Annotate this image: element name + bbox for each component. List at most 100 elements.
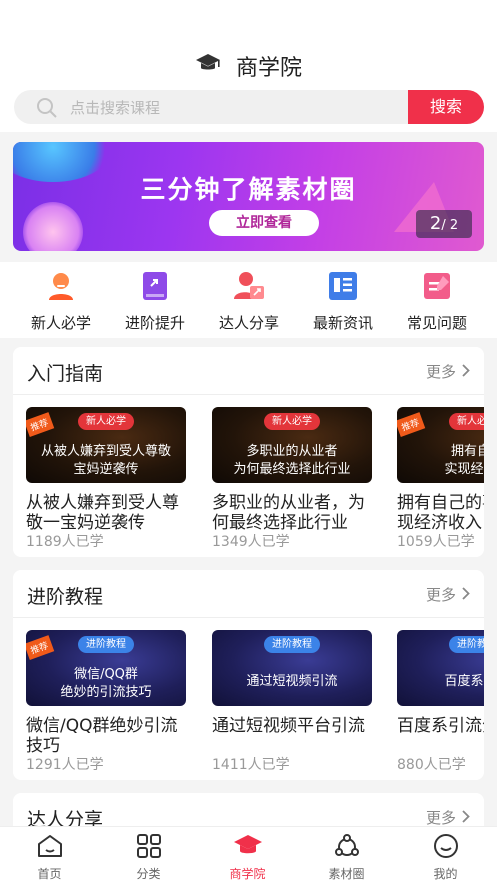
course-tag: 新人必学 xyxy=(264,413,320,430)
expert-share-icon xyxy=(231,268,267,304)
recommend-ribbon: 推荐 xyxy=(26,412,55,437)
thumb-line: 通过短视频引流 xyxy=(246,674,338,689)
course-tag: 新人必学 xyxy=(78,413,134,430)
tab-label: 分类 xyxy=(136,867,161,881)
section-beginner-guide: 入门指南 更多 推荐 新人必学 从被人嫌弃到受人尊敬 宝妈逆袭传 从被人嫌弃到受… xyxy=(13,347,484,557)
thumb-line: 从被人嫌弃到受人尊敬 xyxy=(40,444,171,459)
banner-decoration xyxy=(23,202,83,251)
category-label: 常见问题 xyxy=(406,314,467,332)
course-card[interactable]: 推荐 进阶教程 微信/QQ群 绝妙的引流技巧 微信/QQ群绝妙引流技巧 1291… xyxy=(26,630,186,774)
page-title-row: 商学院 xyxy=(0,50,497,82)
thumb-line: 多职业的从业者 xyxy=(246,444,338,459)
advance-book-icon xyxy=(137,268,173,304)
course-name: 通过短视频平台引流 xyxy=(212,716,365,736)
news-icon xyxy=(325,268,361,304)
tab-label: 首页 xyxy=(37,867,62,881)
bottom-tab-bar: 首页 分类 商学院 素材圈 我的 xyxy=(0,826,497,883)
category-label: 最新资讯 xyxy=(312,314,373,332)
course-tag: 进阶教程 xyxy=(449,636,484,653)
category-grid-icon xyxy=(134,833,164,859)
search-bar: 点击搜索课程 搜索 xyxy=(14,90,484,124)
tab-profile[interactable]: 我的 xyxy=(396,833,495,882)
more-label: 更多 xyxy=(425,586,456,604)
newbie-icon xyxy=(43,268,79,304)
course-card[interactable]: 进阶教程 百度系引流 百度系引流分享 880人已学 xyxy=(397,630,484,774)
course-learners: 1189人已学 xyxy=(26,534,104,550)
course-learners: 1349人已学 xyxy=(212,534,290,550)
category-label: 达人分享 xyxy=(218,314,279,332)
category-expert-share[interactable]: 达人分享 xyxy=(202,268,296,333)
banner-pager: 2/ 2 xyxy=(416,210,472,238)
course-name: 从被人嫌弃到受人尊敬一宝妈逆袭传 xyxy=(26,493,179,531)
section-more-link[interactable]: 更多 xyxy=(426,361,470,382)
course-card[interactable]: 新人必学 多职业的从业者 为何最终选择此行业 多职业的从业者，为何最终选择此行业… xyxy=(212,407,372,551)
course-learners: 880人已学 xyxy=(397,757,466,773)
recommend-ribbon: 推荐 xyxy=(397,412,426,437)
course-thumbnail: 推荐 进阶教程 微信/QQ群 绝妙的引流技巧 xyxy=(26,630,186,706)
thumb-line: 实现经济收 xyxy=(444,462,484,477)
more-label: 更多 xyxy=(425,363,456,381)
top-header: 商学院 点击搜索课程 搜索 xyxy=(0,0,497,132)
thumb-line: 百度系引流 xyxy=(444,674,484,689)
course-card[interactable]: 推荐 新人必学 拥有自己 实现经济收 拥有自己的事业，实现经济收入 1059人已… xyxy=(397,407,484,551)
home-icon xyxy=(35,833,65,859)
course-name: 微信/QQ群绝妙引流技巧 xyxy=(26,716,178,754)
course-thumbnail: 进阶教程 通过短视频引流 xyxy=(212,630,372,706)
material-circle-icon xyxy=(332,833,362,859)
course-card[interactable]: 进阶教程 通过短视频引流 通过短视频平台引流 1411人已学 xyxy=(212,630,372,774)
section-more-link[interactable]: 更多 xyxy=(426,807,470,828)
banner-page-current: 2 xyxy=(429,213,442,234)
tab-category[interactable]: 分类 xyxy=(99,833,198,882)
course-tag: 进阶教程 xyxy=(78,636,134,653)
section-advanced-tutorials: 进阶教程 更多 推荐 进阶教程 微信/QQ群 绝妙的引流技巧 微信/QQ群绝妙引… xyxy=(13,570,484,780)
category-advance[interactable]: 进阶提升 xyxy=(108,268,202,333)
category-label: 进阶提升 xyxy=(124,314,185,332)
page-title: 商学院 xyxy=(235,56,302,81)
banner-page-total: / 2 xyxy=(441,218,459,233)
course-name: 拥有自己的事业，实现经济收入 xyxy=(397,493,484,531)
thumb-line: 拥有自己 xyxy=(450,444,484,459)
chevron-right-icon xyxy=(462,363,470,381)
course-thumbnail: 新人必学 多职业的从业者 为何最终选择此行业 xyxy=(212,407,372,483)
category-news[interactable]: 最新资讯 xyxy=(296,268,390,333)
tab-label: 素材圈 xyxy=(328,867,365,881)
graduation-cap-icon xyxy=(195,52,221,80)
section-more-link[interactable]: 更多 xyxy=(426,584,470,605)
category-shortcuts: 新人必学 进阶提升 达人分享 最新资讯 常见问题 xyxy=(0,262,497,338)
section-header: 进阶教程 更多 xyxy=(13,570,484,618)
search-input[interactable]: 点击搜索课程 xyxy=(14,90,414,124)
faq-icon xyxy=(419,268,455,304)
thumb-line: 绝妙的引流技巧 xyxy=(60,685,152,700)
chevron-right-icon xyxy=(462,586,470,604)
thumb-line: 微信/QQ群 xyxy=(74,667,138,682)
section-title: 进阶教程 xyxy=(27,586,104,608)
course-card[interactable]: 推荐 新人必学 从被人嫌弃到受人尊敬 宝妈逆袭传 从被人嫌弃到受人尊敬一宝妈逆袭… xyxy=(26,407,186,551)
banner-cta-button[interactable]: 立即查看 xyxy=(209,210,319,236)
course-thumbnail: 推荐 新人必学 拥有自己 实现经济收 xyxy=(397,407,484,483)
banner-headline: 三分钟了解素材圈 xyxy=(140,175,357,204)
search-button[interactable]: 搜索 xyxy=(408,90,484,124)
course-tag: 新人必学 xyxy=(449,413,484,430)
course-name: 百度系引流分享 xyxy=(397,716,484,736)
tab-business-school[interactable]: 商学院 xyxy=(198,833,297,882)
category-label: 新人必学 xyxy=(30,314,91,332)
course-name: 多职业的从业者，为何最终选择此行业 xyxy=(212,493,365,531)
promo-banner[interactable]: 三分钟了解素材圈 立即查看 2/ 2 xyxy=(13,142,484,251)
course-learners: 1059人已学 xyxy=(397,534,475,550)
tab-label: 我的 xyxy=(433,867,458,881)
profile-icon xyxy=(431,833,461,859)
tab-home[interactable]: 首页 xyxy=(0,833,99,882)
course-thumbnail: 进阶教程 百度系引流 xyxy=(397,630,484,706)
graduation-cap-icon xyxy=(233,833,263,859)
more-label: 更多 xyxy=(425,809,456,827)
category-newbie[interactable]: 新人必学 xyxy=(14,268,108,333)
category-faq[interactable]: 常见问题 xyxy=(390,268,484,333)
tab-label: 商学院 xyxy=(229,867,266,881)
course-learners: 1291人已学 xyxy=(26,757,104,773)
section-header: 入门指南 更多 xyxy=(13,347,484,395)
search-icon xyxy=(36,97,58,123)
course-learners: 1411人已学 xyxy=(212,757,290,773)
search-placeholder: 点击搜索课程 xyxy=(70,99,161,117)
section-title: 入门指南 xyxy=(27,363,104,385)
tab-material-circle[interactable]: 素材圈 xyxy=(297,833,396,882)
